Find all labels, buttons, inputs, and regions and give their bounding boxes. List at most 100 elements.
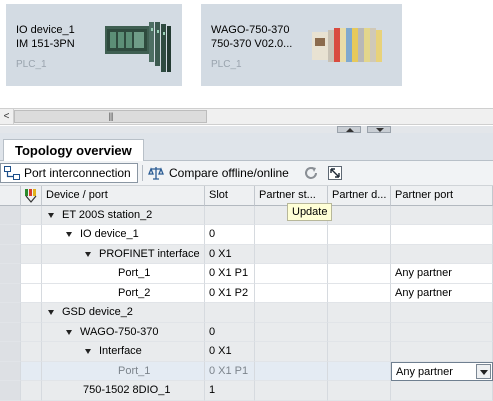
partner-device-cell xyxy=(328,225,391,245)
table-row[interactable]: Port_1 0 X1 P1 Any partner xyxy=(0,264,493,284)
table-row[interactable]: Interface 0 X1 xyxy=(0,342,493,362)
collapse-down-icon[interactable] xyxy=(367,126,391,133)
tree-node[interactable]: IO device_1 xyxy=(66,225,139,244)
device-card-io-device-1[interactable]: IO device_1 IM 151-3PN PLC_1 xyxy=(6,4,182,86)
partner-port-dropdown[interactable]: Any partner xyxy=(391,361,493,381)
port-interconnection-button[interactable]: Port interconnection xyxy=(0,163,138,183)
device-name: PROFINET interface xyxy=(99,247,200,260)
diagnostic-status-icon xyxy=(25,189,37,203)
partner-device-cell[interactable] xyxy=(328,264,391,284)
partner-station-cell[interactable] xyxy=(255,283,328,303)
table-row[interactable]: ET 200S station_2 xyxy=(0,205,493,225)
table-row[interactable]: WAGO-750-370 0 xyxy=(0,322,493,342)
tree-node[interactable]: Port_1 xyxy=(118,362,150,381)
row-select-cell[interactable] xyxy=(0,361,21,381)
row-status-cell xyxy=(21,303,42,323)
device-name: IO device_1 xyxy=(16,24,75,36)
slot-cell xyxy=(205,205,255,225)
partner-station-cell[interactable] xyxy=(255,264,328,284)
partner-station-cell xyxy=(255,244,328,264)
tree-node[interactable]: Interface xyxy=(85,342,142,361)
partner-port-cell[interactable]: Any partner xyxy=(391,283,493,303)
scroll-left-icon[interactable]: < xyxy=(0,109,14,124)
tree-node[interactable]: Port_2 xyxy=(118,284,150,303)
row-select-cell[interactable] xyxy=(0,303,21,323)
device-name: WAGO-750-370 xyxy=(80,325,159,338)
partner-station-cell xyxy=(255,303,328,323)
partner-station-cell xyxy=(255,225,328,245)
row-status-cell xyxy=(21,283,42,303)
row-select-cell[interactable] xyxy=(0,342,21,362)
expand-arrow-icon[interactable] xyxy=(48,212,54,218)
partner-station-cell[interactable] xyxy=(255,361,328,381)
refresh-button[interactable] xyxy=(302,163,320,183)
header-status-cell[interactable] xyxy=(21,186,42,206)
port-interconnection-label: Port interconnection xyxy=(24,166,131,180)
row-select-cell[interactable] xyxy=(0,264,21,284)
tree-node[interactable]: ET 200S station_2 xyxy=(48,206,152,225)
tree-node[interactable]: PROFINET interface xyxy=(85,245,200,264)
update-tooltip: Update xyxy=(287,203,333,221)
row-select-cell[interactable] xyxy=(0,205,21,225)
expand-arrow-icon[interactable] xyxy=(85,349,91,354)
header-select-cell xyxy=(0,186,21,206)
header-slot[interactable]: Slot xyxy=(205,186,255,206)
table-row-selected[interactable]: Port_1 0 X1 P1 Any partner xyxy=(0,361,493,381)
partner-port-cell xyxy=(391,225,493,245)
tab-topology-overview[interactable]: Topology overview xyxy=(3,139,144,161)
table-row[interactable]: IO device_1 0 xyxy=(0,225,493,245)
expand-arrow-icon[interactable] xyxy=(66,329,72,335)
row-select-cell[interactable] xyxy=(0,283,21,303)
port-name: Port_1 xyxy=(118,267,151,279)
tab-strip: Topology overview xyxy=(0,133,493,161)
collapse-up-icon[interactable] xyxy=(337,126,361,133)
partner-port-cell[interactable]: Any partner xyxy=(391,264,493,284)
device-cell: Interface xyxy=(42,342,205,362)
device-type: IM 151-3PN xyxy=(16,38,75,50)
slot-cell xyxy=(205,303,255,323)
partner-device-cell[interactable] xyxy=(328,283,391,303)
adjust-columns-button[interactable] xyxy=(326,163,344,183)
compare-offline-online-button[interactable]: Compare offline/online xyxy=(147,163,289,183)
device-cell: IO device_1 xyxy=(42,225,205,245)
slot-cell: 0 X1 P2 xyxy=(205,283,255,303)
row-select-cell[interactable] xyxy=(0,244,21,264)
partner-device-cell xyxy=(328,342,391,362)
tree-node[interactable]: 750-1502 8DIO_1 xyxy=(83,381,170,400)
table-row[interactable]: GSD device_2 xyxy=(0,303,493,323)
device-name: GSD device_2 xyxy=(62,306,133,318)
dropdown-arrow-icon[interactable] xyxy=(476,363,491,379)
horizontal-scrollbar[interactable]: < ||| xyxy=(0,108,493,125)
row-status-cell xyxy=(21,264,42,284)
partner-device-cell xyxy=(328,244,391,264)
row-status-cell xyxy=(21,322,42,342)
row-select-cell[interactable] xyxy=(0,225,21,245)
partner-port-cell xyxy=(391,322,493,342)
header-partner-port[interactable]: Partner port xyxy=(391,186,493,206)
row-select-cell[interactable] xyxy=(0,322,21,342)
port-name: Port_1 xyxy=(118,364,151,377)
table-row[interactable]: PROFINET interface 0 X1 xyxy=(0,244,493,264)
partner-port-cell xyxy=(391,342,493,362)
tree-node[interactable]: WAGO-750-370 xyxy=(66,323,158,342)
partner-port-cell xyxy=(391,205,493,225)
scroll-thumb[interactable]: ||| xyxy=(14,110,207,123)
partner-port-cell xyxy=(391,244,493,264)
toolbar: Port interconnection Compare offline/onl… xyxy=(0,161,493,186)
table-row[interactable]: Port_2 0 X1 P2 Any partner xyxy=(0,283,493,303)
expand-arrow-icon[interactable] xyxy=(48,310,54,315)
partner-device-cell xyxy=(328,322,391,342)
device-card-wago[interactable]: WAGO-750-370 750-370 V02.0... PLC_1 xyxy=(201,4,402,86)
tree-node[interactable]: GSD device_2 xyxy=(48,303,133,322)
partner-device-cell[interactable] xyxy=(328,361,391,381)
expand-arrow-icon[interactable] xyxy=(85,251,91,257)
panel-splitter[interactable] xyxy=(0,126,493,133)
header-device-port[interactable]: Device / port xyxy=(42,186,205,206)
expand-arrow-icon[interactable] xyxy=(66,232,72,237)
header-partner-device[interactable]: Partner d... xyxy=(328,186,391,206)
tree-node[interactable]: Port_1 xyxy=(118,264,150,283)
device-cell: GSD device_2 xyxy=(42,303,205,323)
row-status-cell xyxy=(21,361,42,381)
device-cell: Port_2 xyxy=(42,283,205,303)
device-cell: Port_1 xyxy=(42,264,205,284)
